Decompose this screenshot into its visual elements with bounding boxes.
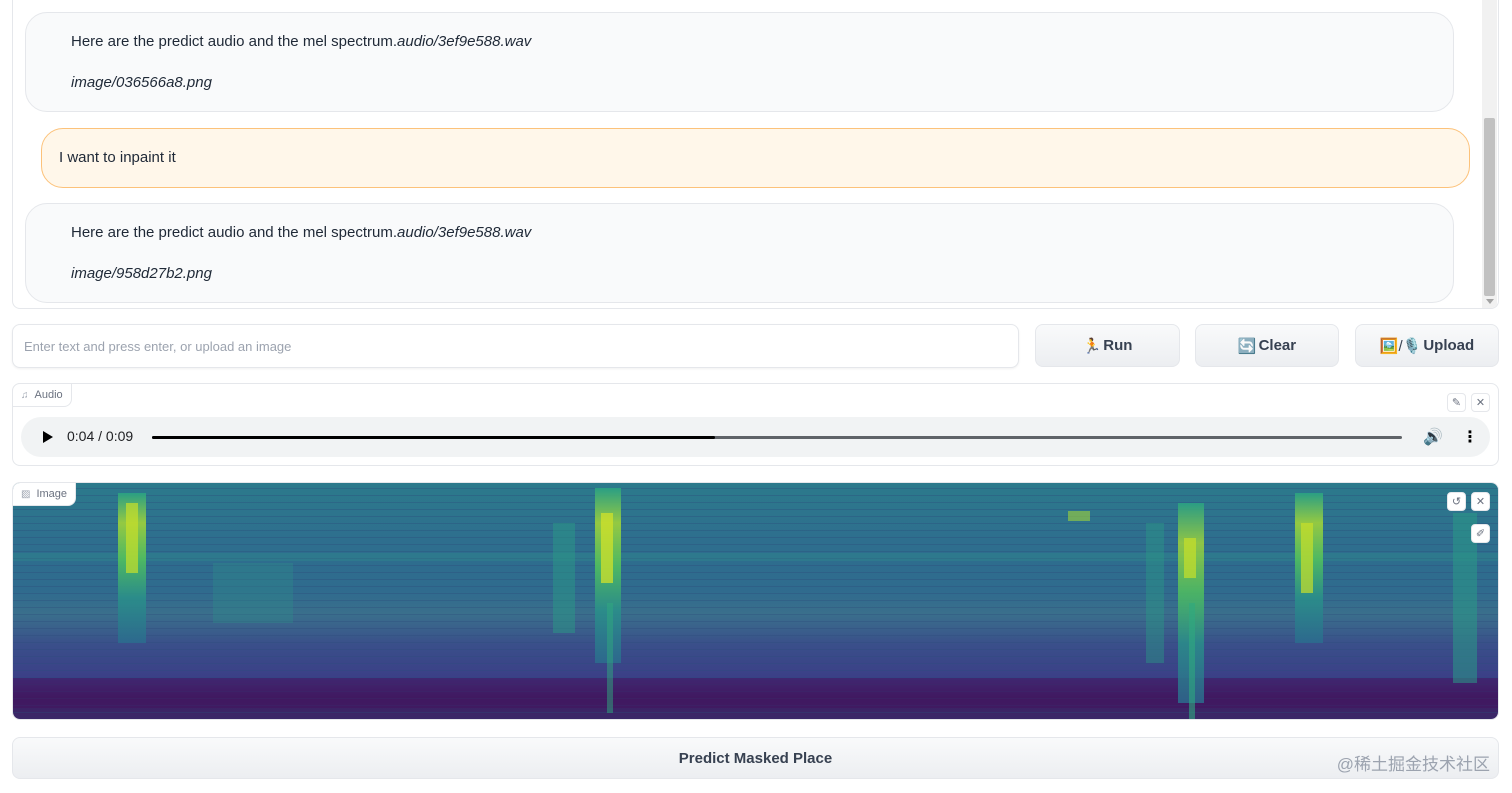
runner-icon: 🏃 [1082, 337, 1102, 355]
audio-time: 0:04 / 0:09 [67, 428, 134, 444]
refresh-icon: 🔄 [1237, 337, 1257, 355]
play-icon[interactable] [43, 431, 53, 443]
image-microphone-icon: 🖼️/🎙️ [1379, 337, 1422, 355]
audio-label: ♫ Audio [12, 383, 72, 407]
user-message: I want to inpaint it [41, 128, 1470, 188]
more-options-icon[interactable]: ⋮ [1462, 427, 1478, 447]
undo-icon[interactable]: ↺ [1447, 492, 1466, 511]
volume-icon[interactable]: 🔊 [1423, 427, 1443, 447]
clear-button-label: Clear [1258, 337, 1297, 354]
run-button[interactable]: 🏃 Run [1035, 324, 1180, 367]
image-label-text: Image [36, 488, 68, 500]
bot-message-text: Here are the predict audio and the mel s… [71, 33, 398, 50]
close-icon[interactable]: ✕ [1471, 393, 1490, 412]
clear-button[interactable]: 🔄 Clear [1195, 324, 1339, 367]
watermark: @稀土掘金技术社区 [1336, 755, 1490, 774]
bot-message-text: Here are the predict audio and the mel s… [71, 224, 398, 241]
audio-link[interactable]: audio/3ef9e588.wav [397, 33, 531, 50]
mel-spectrogram-image[interactable] [13, 483, 1499, 720]
close-icon[interactable]: ✕ [1471, 492, 1490, 511]
run-button-label: Run [1103, 337, 1133, 354]
audio-component: ♫ Audio ✎ ✕ 0:04 / 0:09 🔊 ⋮ [12, 383, 1499, 466]
edit-icon[interactable]: ✎ [1447, 393, 1466, 412]
chat-scrollbar-thumb[interactable] [1484, 118, 1495, 296]
image-label: ▨ Image [13, 483, 77, 506]
image-component: ▨ Image ↺ ✕ ✐ [12, 482, 1499, 720]
upload-button-label: Upload [1423, 337, 1475, 354]
image-link[interactable]: image/036566a8.png [71, 74, 212, 91]
music-note-icon: ♫ [21, 389, 29, 401]
audio-progress-bar[interactable] [152, 436, 1402, 439]
audio-progress-fill [152, 436, 715, 439]
chatbot-panel[interactable]: Here are the predict audio and the mel s… [12, 0, 1499, 309]
chat-text-input[interactable] [12, 324, 1019, 368]
brush-icon[interactable]: ✐ [1471, 524, 1490, 543]
audio-link[interactable]: audio/3ef9e588.wav [397, 224, 531, 241]
predict-masked-place-button[interactable]: Predict Masked Place [12, 737, 1499, 779]
audio-player: 0:04 / 0:09 🔊 ⋮ [21, 417, 1490, 457]
user-message-text: I want to inpaint it [59, 149, 176, 166]
scroll-down-arrow-icon[interactable] [1486, 299, 1494, 304]
image-icon: ▨ [21, 488, 31, 500]
audio-label-text: Audio [34, 389, 63, 401]
image-link[interactable]: image/958d27b2.png [71, 265, 212, 282]
upload-button[interactable]: 🖼️/🎙️ Upload [1355, 324, 1499, 367]
bot-message-2: Here are the predict audio and the mel s… [25, 203, 1454, 303]
bot-message-1: Here are the predict audio and the mel s… [25, 12, 1454, 112]
